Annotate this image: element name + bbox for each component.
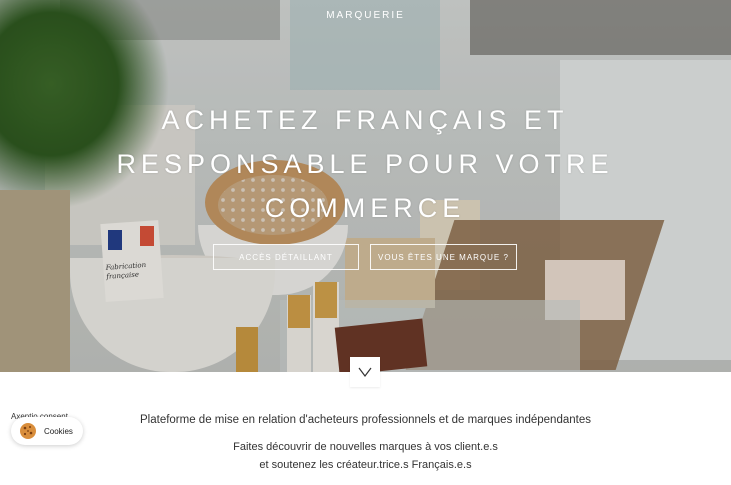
intro-line-2: et soutenez les créateur.trice.s Françai…	[259, 459, 472, 471]
intro-line-1: Faites découvrir de nouvelles marques à …	[233, 441, 498, 453]
hero-banner: Fabrication française MARQUERIE ACHETEZ …	[0, 0, 731, 372]
platform-tagline: Plateforme de mise en relation d'acheteu…	[140, 414, 591, 426]
cookie-icon	[20, 423, 36, 439]
cookies-button[interactable]: Cookies	[11, 417, 83, 445]
cookies-button-label: Cookies	[44, 426, 73, 436]
scroll-down-button[interactable]	[350, 357, 380, 387]
brand-logo[interactable]: MARQUERIE	[0, 10, 731, 21]
brand-signup-button[interactable]: VOUS ÊTES UNE MARQUE ?	[370, 244, 517, 270]
retailer-access-button[interactable]: ACCÈS DÉTAILLANT	[213, 244, 359, 270]
hero-headline: ACHETEZ FRANÇAIS ET RESPONSABLE POUR VOT…	[116, 105, 614, 223]
chevron-down-icon	[358, 367, 372, 377]
